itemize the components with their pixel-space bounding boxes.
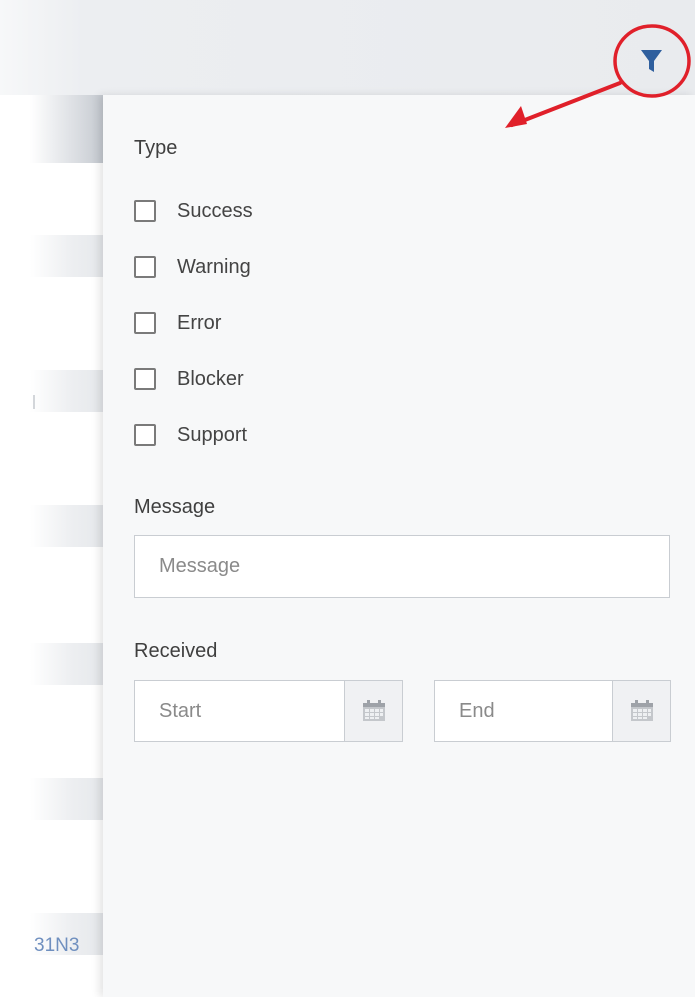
annotation-overlay	[505, 24, 691, 128]
annotation-circle	[613, 24, 691, 98]
annotation-arrow	[505, 81, 622, 128]
